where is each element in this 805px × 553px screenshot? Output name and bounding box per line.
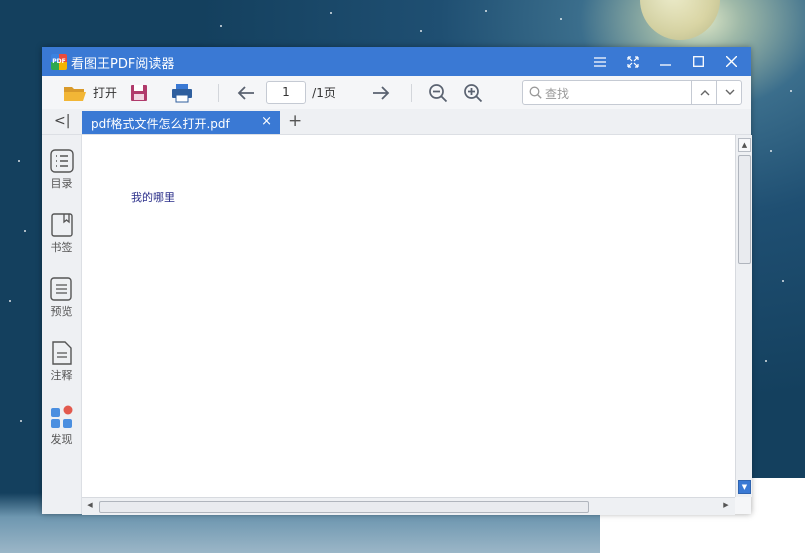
arrow-left-icon	[237, 85, 254, 100]
tab-close-icon[interactable]: ×	[261, 114, 272, 129]
zoom-out-button[interactable]	[426, 81, 450, 104]
sidebar-item-contents[interactable]: 目录	[42, 143, 81, 197]
list-icon	[49, 149, 74, 173]
sidebar-item-label: 注释	[50, 369, 73, 382]
scroll-right-icon[interactable]: ▶	[720, 500, 732, 511]
save-icon	[131, 84, 147, 101]
sidebar-item-label: 发现	[50, 433, 73, 446]
maximize-button[interactable]	[682, 47, 715, 76]
hamburger-icon	[593, 56, 606, 67]
window-title: 看图王PDF阅读器	[71, 57, 175, 72]
apps-icon	[50, 405, 72, 428]
new-tab-button[interactable]: +	[288, 111, 302, 131]
next-page-button[interactable]	[369, 81, 393, 104]
maximize-icon	[693, 56, 704, 67]
search-next-button[interactable]	[716, 81, 742, 104]
minimize-button[interactable]	[649, 47, 682, 76]
expand-icon	[626, 55, 639, 68]
collapse-sidebar-button[interactable]: <|	[54, 113, 70, 129]
search-box[interactable]: 查找	[522, 80, 742, 105]
bookmark-icon	[50, 213, 73, 237]
sidebar-item-label: 预览	[50, 305, 73, 318]
document-tab[interactable]: pdf格式文件怎么打开.pdf ×	[82, 111, 280, 134]
close-button[interactable]	[715, 47, 748, 76]
sidebar: 目录 书签 预览 注释 发现	[42, 135, 82, 514]
open-label: 打开	[92, 86, 117, 100]
sidebar-item-annotations[interactable]: 注释	[42, 335, 81, 389]
zoom-out-icon	[429, 83, 448, 102]
tab-label: pdf格式文件怎么打开.pdf	[91, 117, 230, 131]
title-bar: PDF 看图王PDF阅读器	[42, 47, 751, 76]
toolbar-divider	[218, 84, 219, 102]
horizontal-scroll-thumb[interactable]	[99, 501, 589, 513]
vertical-scroll-thumb[interactable]	[738, 155, 751, 264]
search-prev-button[interactable]	[691, 81, 717, 104]
chevron-down-icon	[725, 89, 734, 95]
chevron-up-icon	[700, 90, 709, 96]
zoom-in-button[interactable]	[461, 81, 485, 104]
menu-button[interactable]	[583, 47, 616, 76]
minimize-icon	[660, 64, 671, 66]
search-placeholder: 查找	[545, 87, 570, 101]
sidebar-item-label: 目录	[50, 177, 73, 190]
vertical-scrollbar[interactable]: ▲ ▼	[735, 135, 752, 497]
sidebar-item-label: 书签	[50, 241, 73, 254]
print-button[interactable]	[170, 81, 194, 104]
scroll-left-icon[interactable]: ◀	[84, 500, 96, 511]
tab-bar: <| pdf格式文件怎么打开.pdf × +	[42, 109, 751, 135]
zoom-in-icon	[464, 83, 483, 102]
folder-icon	[63, 86, 86, 101]
scroll-down-icon[interactable]: ▼	[738, 480, 751, 494]
horizontal-scrollbar[interactable]: ◀ ▶	[82, 497, 735, 515]
open-button[interactable]: 打开	[60, 81, 120, 104]
sidebar-item-bookmarks[interactable]: 书签	[42, 207, 81, 261]
toolbar-divider	[411, 84, 412, 102]
page-total: /1页	[312, 86, 336, 100]
fullscreen-button[interactable]	[616, 47, 649, 76]
document-text: 我的哪里	[131, 191, 175, 204]
app-logo-icon: PDF	[51, 54, 67, 70]
scroll-up-icon[interactable]: ▲	[738, 138, 751, 152]
page-number-input[interactable]: 1	[266, 81, 306, 104]
arrow-right-icon	[373, 85, 390, 100]
save-button[interactable]	[128, 81, 150, 104]
pdf-reader-window: PDF 看图王PDF阅读器 打开 1 /1页 查找 <| pdf格式文件怎么打开…	[42, 47, 752, 515]
search-icon	[529, 86, 542, 99]
note-icon	[51, 341, 72, 365]
moon-decoration	[640, 0, 720, 40]
printer-icon	[172, 83, 192, 102]
close-icon	[726, 56, 737, 67]
sidebar-item-preview[interactable]: 预览	[42, 271, 81, 325]
document-page: 我的哪里	[82, 135, 735, 497]
prev-page-button[interactable]	[234, 81, 258, 104]
sidebar-item-discover[interactable]: 发现	[42, 399, 81, 453]
pages-icon	[49, 277, 72, 301]
toolbar: 打开 1 /1页 查找	[42, 76, 751, 109]
